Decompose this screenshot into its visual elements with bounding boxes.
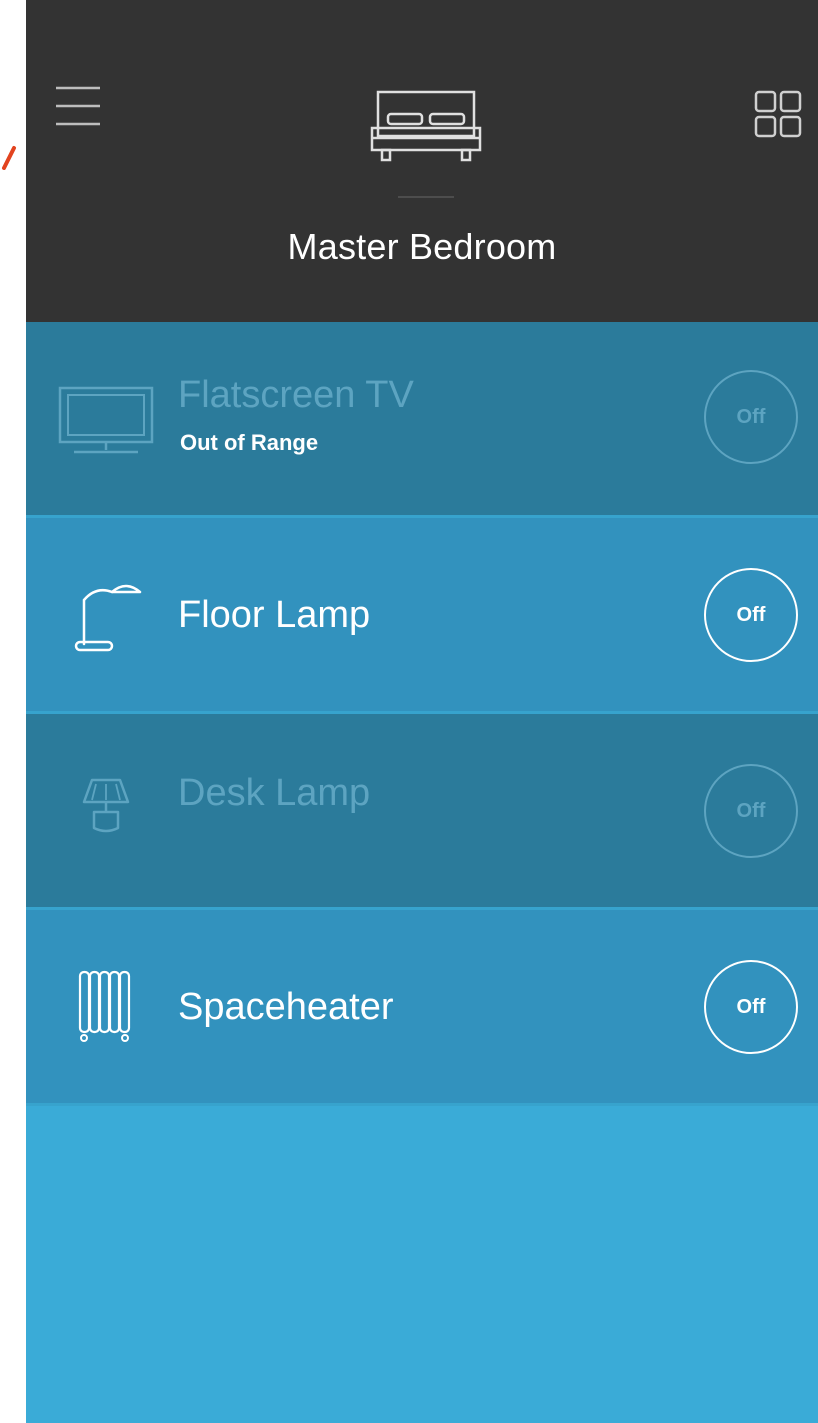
room-title: Master Bedroom: [287, 226, 557, 267]
device-row-floor-lamp[interactable]: Floor Lamp Off: [26, 518, 818, 714]
device-row-flatscreen-tv[interactable]: Flatscreen TV Out of Range Off: [26, 322, 818, 518]
tv-icon: [58, 386, 154, 454]
bed-icon: [370, 90, 482, 162]
app-screen: Master Bedroom Flatscreen TV Out of Rang…: [26, 0, 818, 1423]
device-name: Flatscreen TV: [178, 374, 414, 416]
empty-list-area: [26, 1106, 818, 1423]
device-name: Floor Lamp: [178, 594, 371, 636]
room-header: Master Bedroom: [26, 0, 818, 322]
device-row-spaceheater[interactable]: Spaceheater Off: [26, 910, 818, 1106]
space-heater-icon: [78, 970, 131, 1042]
hamburger-menu-icon[interactable]: [54, 84, 102, 128]
red-edge-mark: [2, 146, 16, 170]
header-divider: [398, 196, 454, 198]
power-toggle-button[interactable]: Off: [704, 370, 798, 464]
grid-view-icon[interactable]: [754, 90, 802, 138]
device-name: Spaceheater: [178, 986, 394, 1028]
power-toggle-button[interactable]: Off: [704, 568, 798, 662]
device-name: Desk Lamp: [178, 772, 371, 814]
device-row-desk-lamp[interactable]: Desk Lamp Off: [26, 714, 818, 910]
device-status: Out of Range: [180, 430, 319, 455]
power-toggle-button[interactable]: Off: [704, 764, 798, 858]
screen-frame: Master Bedroom Flatscreen TV Out of Rang…: [0, 0, 818, 1423]
desk-lamp-icon: [82, 778, 130, 833]
power-toggle-button[interactable]: Off: [704, 960, 798, 1054]
floor-lamp-icon: [74, 584, 142, 652]
